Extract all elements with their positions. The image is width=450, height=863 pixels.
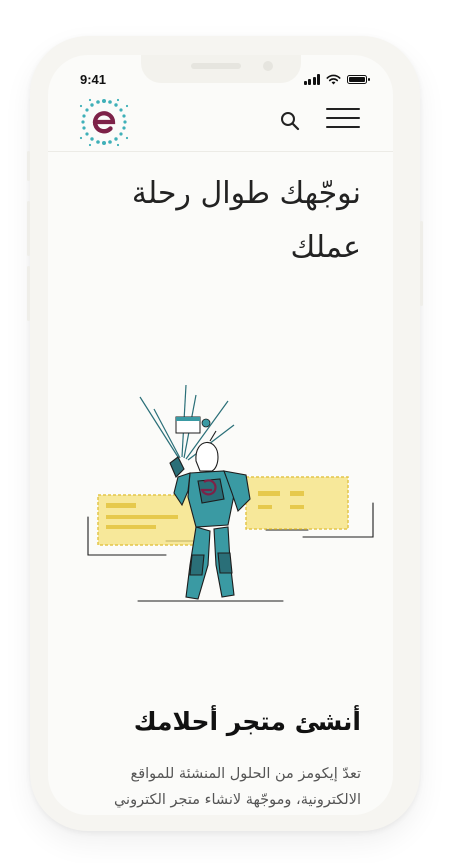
hero-title-line-1: نوجّهك طوال رحلة	[131, 176, 361, 211]
search-icon[interactable]	[278, 109, 302, 133]
hero-title: نوجّهك طوال رحلة عملك	[101, 167, 361, 275]
app-header	[48, 91, 393, 152]
signal-icon	[303, 73, 320, 85]
hero-title-line-2: عملك	[290, 230, 361, 265]
hero-illustration	[87, 384, 374, 602]
section-title: أنشئ متجر أحلامك	[133, 707, 361, 736]
front-camera	[263, 61, 273, 71]
hamburger-menu-icon[interactable]	[326, 108, 360, 134]
right-ui-panel	[245, 476, 349, 530]
mockup-stage: 9:41 نوجّهك طوال رحلة عملك أنشئ متجر أحل…	[0, 0, 450, 863]
notch	[140, 55, 301, 83]
power-button	[420, 221, 423, 306]
floating-window	[175, 416, 211, 434]
speaker	[190, 63, 241, 69]
wifi-icon	[326, 74, 341, 84]
battery-icon	[347, 74, 370, 84]
logo[interactable]	[78, 95, 130, 147]
status-icons	[303, 72, 370, 86]
section-body-line-2: الالكترونية، وموجّهة لانشاء متجر الكترون…	[113, 792, 361, 808]
volume-down-button	[27, 266, 30, 321]
phone-screen: 9:41 نوجّهك طوال رحلة عملك أنشئ متجر أحل…	[48, 55, 393, 815]
mute-switch	[27, 151, 30, 181]
volume-up-button	[27, 201, 30, 256]
section-body-line-1: تعدّ إيكومز من الحلول المنشئة للمواقع	[130, 766, 361, 782]
status-time: 9:41	[80, 72, 107, 87]
section-body: تعدّ إيكومز من الحلول المنشئة للمواقع ال…	[61, 761, 361, 813]
